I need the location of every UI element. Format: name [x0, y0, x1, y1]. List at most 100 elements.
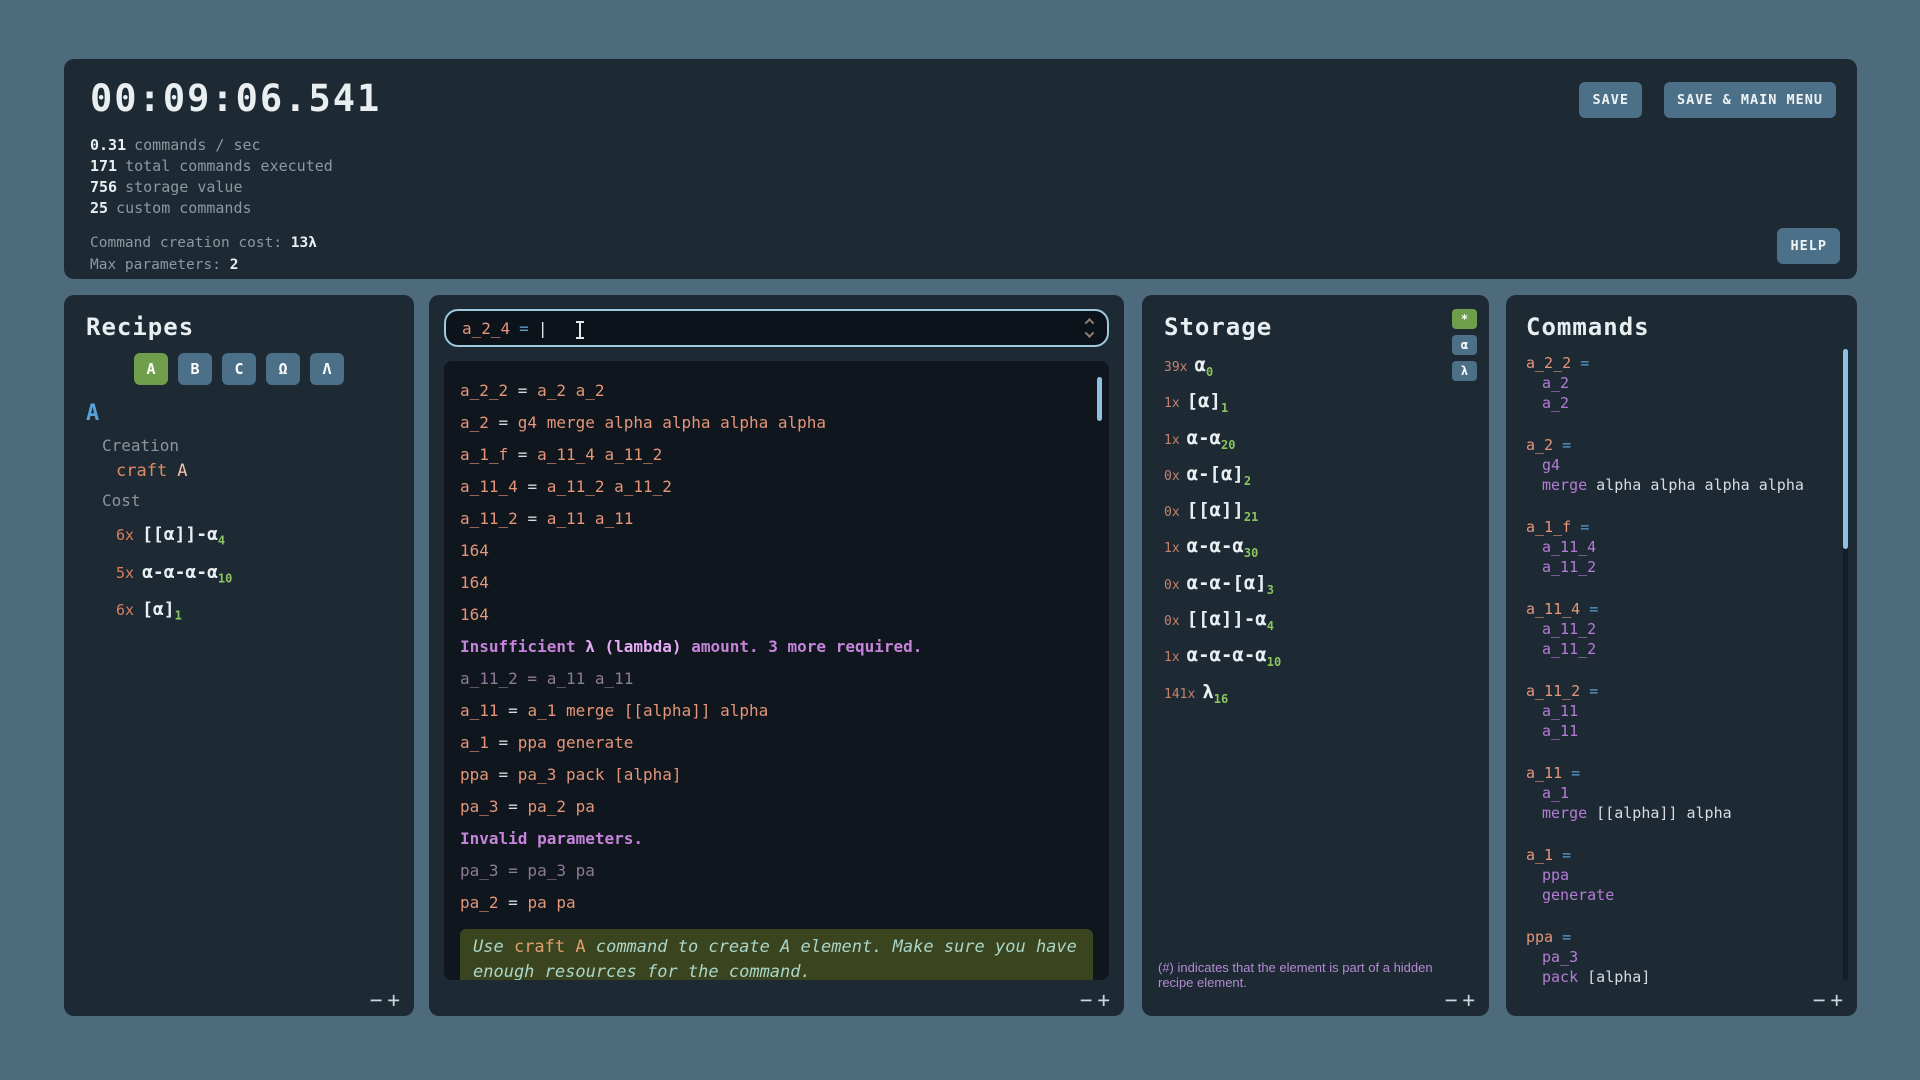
- storage-item-count: 1x: [1164, 396, 1180, 411]
- zoom-out-button[interactable]: −: [1813, 988, 1826, 1012]
- console-line-segment: pa_3: [460, 797, 508, 816]
- header-panel: 00:09:06.541 0.31commands / sec171total …: [64, 59, 1857, 279]
- console-line-segment: a_1 merge [[alpha]] alpha: [527, 701, 768, 720]
- console-line-segment: a_2 a_2: [537, 381, 604, 400]
- command-body-line: a_11: [1526, 721, 1808, 741]
- console-line-segment: =: [499, 765, 518, 784]
- command-body-segment: pack: [1542, 968, 1578, 986]
- console-log: a_2_2 = a_2 a_2a_2 = g4 merge alpha alph…: [444, 361, 1109, 980]
- console-line: a_2 = g4 merge alpha alpha alpha alpha: [460, 407, 1093, 439]
- command-entry-header: a_11_4 =: [1526, 599, 1837, 619]
- console-line: a_1 = ppa generate: [460, 727, 1093, 759]
- zoom-in-button[interactable]: +: [1462, 988, 1475, 1012]
- console-line-segment: =: [518, 381, 537, 400]
- recipe-tabs: ABCΩΛ: [86, 353, 392, 385]
- command-input[interactable]: a_2_4 = |: [444, 309, 1109, 347]
- command-entry-body: ppagenerate: [1526, 865, 1837, 905]
- command-entry-name: ppa: [1526, 928, 1562, 946]
- zoom-out-button[interactable]: −: [1080, 988, 1093, 1012]
- zoom-out-button[interactable]: −: [370, 988, 383, 1012]
- console-line-segment: 164: [460, 541, 489, 560]
- zoom-in-button[interactable]: +: [1097, 988, 1110, 1012]
- command-entry: a_1 =ppagenerate: [1526, 845, 1837, 905]
- command-entry-equals: =: [1580, 354, 1589, 372]
- storage-item-element: α-α-α30: [1187, 535, 1259, 557]
- command-entry-name: a_2_2: [1526, 354, 1580, 372]
- command-body-line: a_11_2: [1526, 557, 1808, 577]
- cost-subscript: 4: [218, 534, 225, 548]
- storage-item-subscript: 1: [1221, 401, 1228, 415]
- storage-item: 1xα-α-α-α10: [1164, 641, 1467, 677]
- input-history-stepper[interactable]: [1086, 320, 1093, 337]
- command-body-line: a_11_2: [1526, 639, 1808, 659]
- storage-item-subscript: 10: [1267, 655, 1281, 669]
- stat-label: commands / sec: [134, 136, 260, 154]
- meta-label: Command creation cost:: [90, 235, 291, 251]
- storage-item-count: 1x: [1164, 650, 1180, 665]
- console-line-segment: =: [499, 413, 518, 432]
- command-body-line: merge [[alpha]] alpha: [1526, 803, 1808, 823]
- command-entry-header: a_11 =: [1526, 763, 1837, 783]
- command-entry-header: a_11_2 =: [1526, 681, 1837, 701]
- zoom-in-button[interactable]: +: [1830, 988, 1843, 1012]
- console-line: 164: [460, 599, 1093, 631]
- console-lines: a_2_2 = a_2 a_2a_2 = g4 merge alpha alph…: [460, 375, 1093, 919]
- chevron-down-icon: [1085, 328, 1095, 338]
- storage-filter-λ[interactable]: λ: [1452, 361, 1477, 381]
- recipe-tab-B[interactable]: B: [178, 353, 212, 385]
- console-line-segment: pa_2 pa: [527, 797, 594, 816]
- stat-value: 25: [90, 199, 108, 217]
- command-entry-name: a_1_f: [1526, 518, 1580, 536]
- console-line-segment: =: [508, 797, 527, 816]
- console-line-segment: a_1_f: [460, 445, 518, 464]
- console-line: a_11_2 = a_11 a_11: [460, 663, 1093, 695]
- command-entries: a_2_2 =a_2a_2a_2 =g4merge alpha alpha al…: [1526, 353, 1837, 987]
- cost-count: 5x: [116, 564, 134, 582]
- command-entry-body: a_11a_11: [1526, 701, 1837, 741]
- game-timer: 00:09:06.541: [90, 77, 1831, 120]
- storage-item: 0xα-[α]2: [1164, 460, 1467, 496]
- commands-scrollbar-thumb[interactable]: [1843, 349, 1848, 549]
- console-line: Invalid parameters.: [460, 823, 1093, 855]
- storage-item: 0x[[α]]-α4: [1164, 605, 1467, 641]
- stats-list: 0.31commands / sec171total commands exec…: [90, 135, 1831, 219]
- command-entry-body: pa_3pack [alpha]: [1526, 947, 1837, 987]
- command-entry: a_2 =g4merge alpha alpha alpha alpha: [1526, 435, 1837, 495]
- command-body-segment: generate: [1542, 886, 1614, 904]
- recipes-zoom-controls: −+: [370, 988, 400, 1012]
- console-line-segment: =: [518, 445, 537, 464]
- console-scrollbar-thumb[interactable]: [1097, 377, 1102, 421]
- cost-label: Cost: [102, 491, 392, 510]
- commands-zoom-controls: −+: [1813, 988, 1843, 1012]
- command-body-segment: g4: [1542, 456, 1560, 474]
- command-entry-body: a_1merge [[alpha]] alpha: [1526, 783, 1837, 823]
- recipe-tab-Ω[interactable]: Ω: [266, 353, 300, 385]
- storage-items: 39xα01x[α]11xα-α200xα-[α]20x[[α]]211xα-α…: [1164, 351, 1467, 714]
- storage-item-subscript: 16: [1214, 691, 1228, 705]
- save-button[interactable]: SAVE: [1579, 82, 1642, 118]
- console-line-segment: a_11 a_11: [547, 509, 634, 528]
- command-body-line: ppa: [1526, 865, 1808, 885]
- cost-count: 6x: [116, 526, 134, 544]
- storage-filter-α[interactable]: α: [1452, 335, 1477, 355]
- command-body-segment: a_11_4: [1542, 538, 1596, 556]
- recipe-tab-C[interactable]: C: [222, 353, 256, 385]
- recipe-tab-A[interactable]: A: [134, 353, 168, 385]
- console-line-segment: a_1: [460, 733, 499, 752]
- console-line: pa_3 = pa_3 pa: [460, 855, 1093, 887]
- stat-value: 171: [90, 157, 117, 175]
- command-body-line: merge alpha alpha alpha alpha: [1526, 475, 1808, 495]
- cost-subscript: 10: [218, 571, 232, 585]
- save-main-menu-button[interactable]: SAVE & MAIN MENU: [1664, 82, 1836, 118]
- command-entry-body: a_11_2a_11_2: [1526, 619, 1837, 659]
- help-button[interactable]: HELP: [1777, 228, 1840, 264]
- craft-argument: A: [177, 461, 187, 481]
- hint-segment: craft A: [514, 937, 586, 957]
- storage-filter-*[interactable]: *: [1452, 309, 1477, 329]
- zoom-out-button[interactable]: −: [1445, 988, 1458, 1012]
- console-panel: a_2_4 = | a_2_2 = a_2 a_2a_2 = g4 merge …: [429, 295, 1124, 1016]
- recipe-tab-Λ[interactable]: Λ: [310, 353, 344, 385]
- command-input-equals: =: [519, 319, 529, 338]
- command-entry: a_1_f =a_11_4a_11_2: [1526, 517, 1837, 577]
- zoom-in-button[interactable]: +: [387, 988, 400, 1012]
